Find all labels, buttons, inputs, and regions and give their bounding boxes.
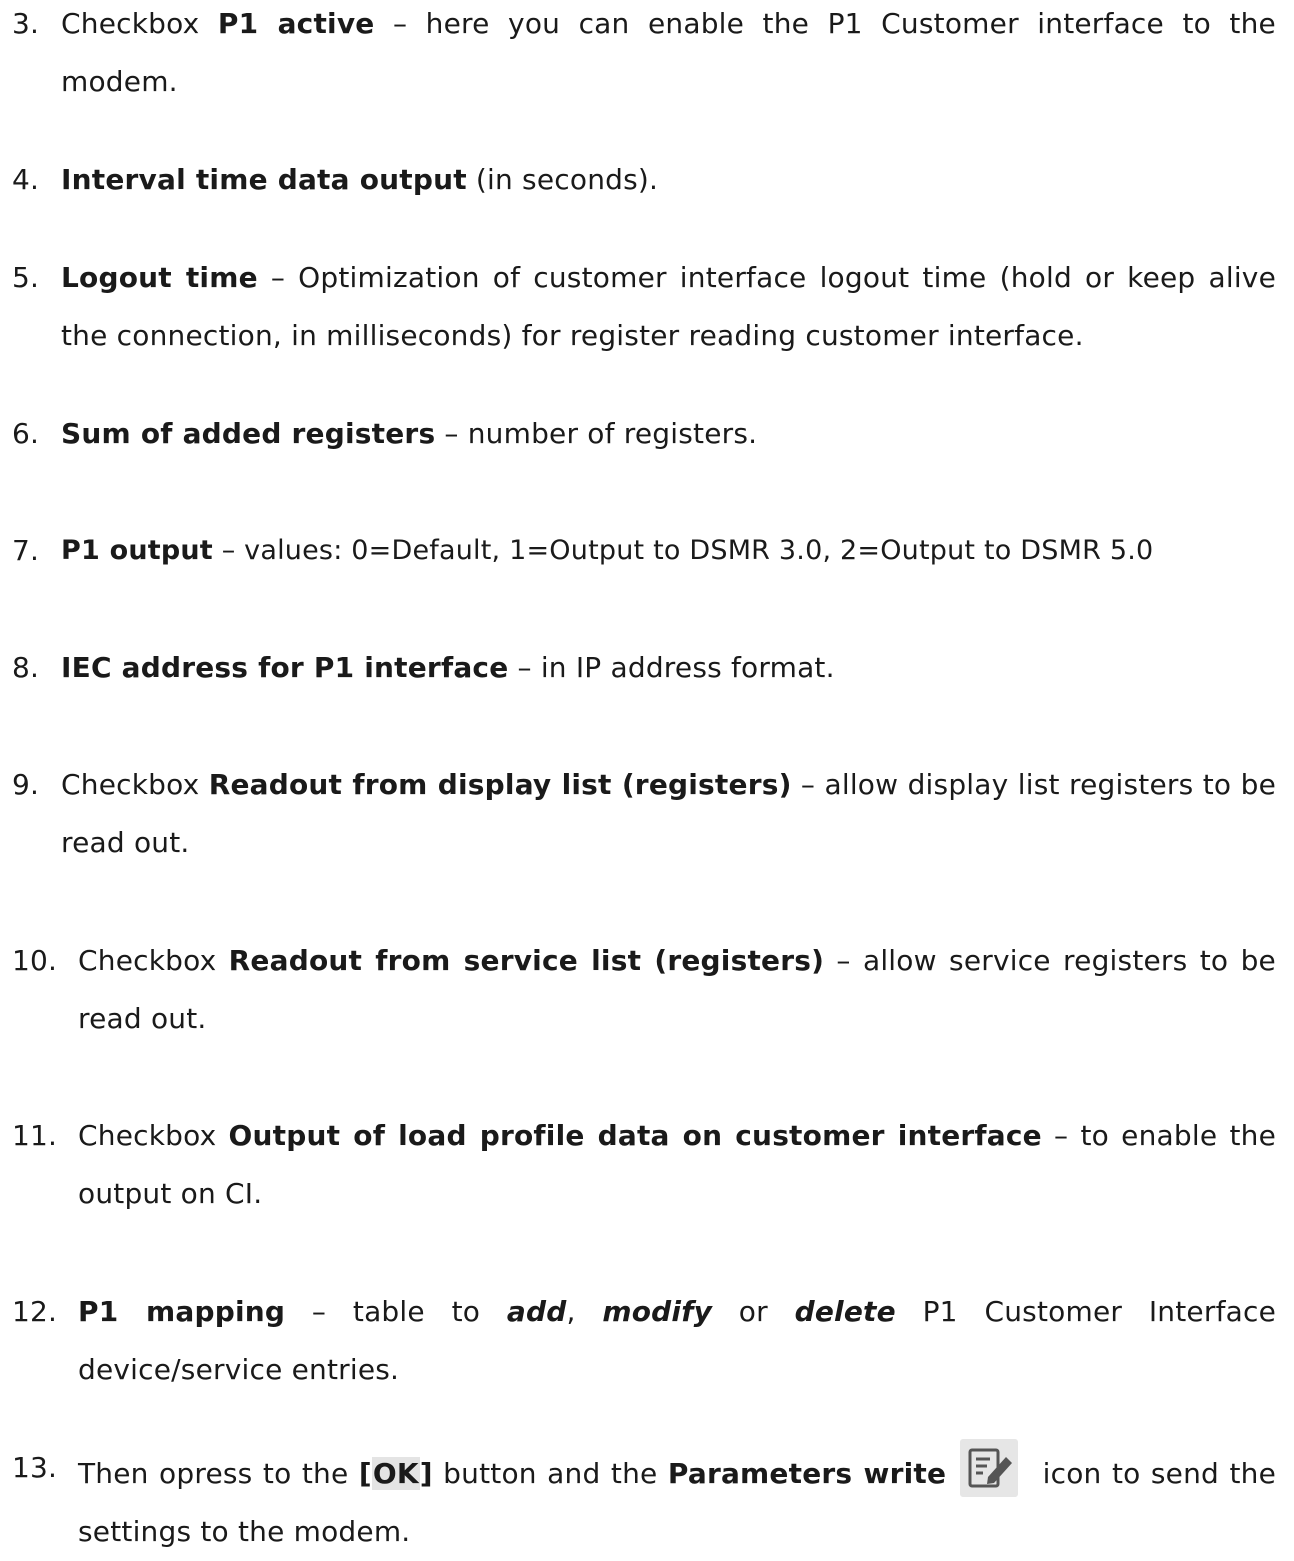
list-item-12: 12. P1 mapping – table to add, modify or… (0, 1283, 1276, 1399)
term-readout-service: Readout from service list (registers) (228, 944, 825, 977)
list-number: 5. (12, 261, 40, 294)
list-item-text: Logout time – Optimization of customer i… (61, 261, 1276, 352)
list-item-text: Checkbox Readout from display list (regi… (61, 768, 1276, 859)
list-item-text: IEC address for P1 interface – in IP add… (61, 651, 835, 684)
list-number: 4. (12, 163, 40, 196)
term-interval-time: Interval time data output (61, 163, 467, 196)
term-p1-active: P1 active (217, 7, 375, 40)
list-number: 11. (12, 1119, 58, 1152)
list-item-6: 6. Sum of added registers – number of re… (0, 405, 1276, 463)
list-number: 10. (12, 944, 58, 977)
term-logout-time: Logout time (61, 261, 258, 294)
term-parameters-write: Parameters write (667, 1457, 947, 1490)
list-number: 3. (12, 7, 40, 40)
list-item-text: P1 mapping – table to add, modify or del… (78, 1295, 1277, 1386)
term-readout-display: Readout from display list (registers) (208, 768, 792, 801)
list-number: 9. (12, 768, 40, 801)
edit-document-icon (960, 1439, 1019, 1497)
term-p1-mapping: P1 mapping (78, 1295, 286, 1328)
list-item-text: P1 output – values: 0=Default, 1=Output … (61, 535, 1154, 566)
term-modify: modify (602, 1295, 713, 1328)
list-item-text: Checkbox Output of load profile data on … (78, 1119, 1276, 1210)
list-item-4: 4. Interval time data output (in seconds… (0, 151, 1276, 209)
list-number: 7. (12, 534, 40, 567)
list-item-11: 11. Checkbox Output of load profile data… (0, 1107, 1276, 1223)
list-item-13: 13. Then opress to the [OK] button and t… (0, 1439, 1276, 1561)
list-item-text: Checkbox Readout from service list (regi… (78, 944, 1276, 1035)
term-load-profile: Output of load profile data on customer … (228, 1119, 1042, 1152)
list-number: 13. (12, 1451, 58, 1484)
term-add: add (506, 1295, 567, 1328)
list-item-text: Then opress to the [OK] button and the P… (78, 1439, 1276, 1561)
list-item-5: 5. Logout time – Optimization of custome… (0, 249, 1276, 365)
list-item-3: 3. Checkbox P1 active – here you can ena… (0, 0, 1276, 111)
list-item-10: 10. Checkbox Readout from service list (… (0, 932, 1276, 1048)
term-p1-output: P1 output (61, 535, 213, 566)
term-delete: delete (794, 1295, 896, 1328)
term-sum-registers: Sum of added registers (61, 417, 436, 450)
list-number: 8. (12, 651, 40, 684)
list-item-9: 9. Checkbox Readout from display list (r… (0, 756, 1276, 872)
list-item-7: 7. P1 output – values: 0=Default, 1=Outp… (0, 522, 1276, 580)
list-item-text: Checkbox P1 active – here you can enable… (61, 7, 1276, 98)
term-iec-address: IEC address for P1 interface (61, 651, 509, 684)
list-number: 12. (12, 1295, 58, 1328)
list-item-text: Sum of added registers – number of regis… (61, 417, 758, 450)
list-item-text: Interval time data output (in seconds). (61, 163, 659, 196)
list-number: 6. (12, 417, 40, 450)
list-item-8: 8. IEC address for P1 interface – in IP … (0, 639, 1276, 697)
ok-button-reference: [OK] (358, 1457, 433, 1490)
